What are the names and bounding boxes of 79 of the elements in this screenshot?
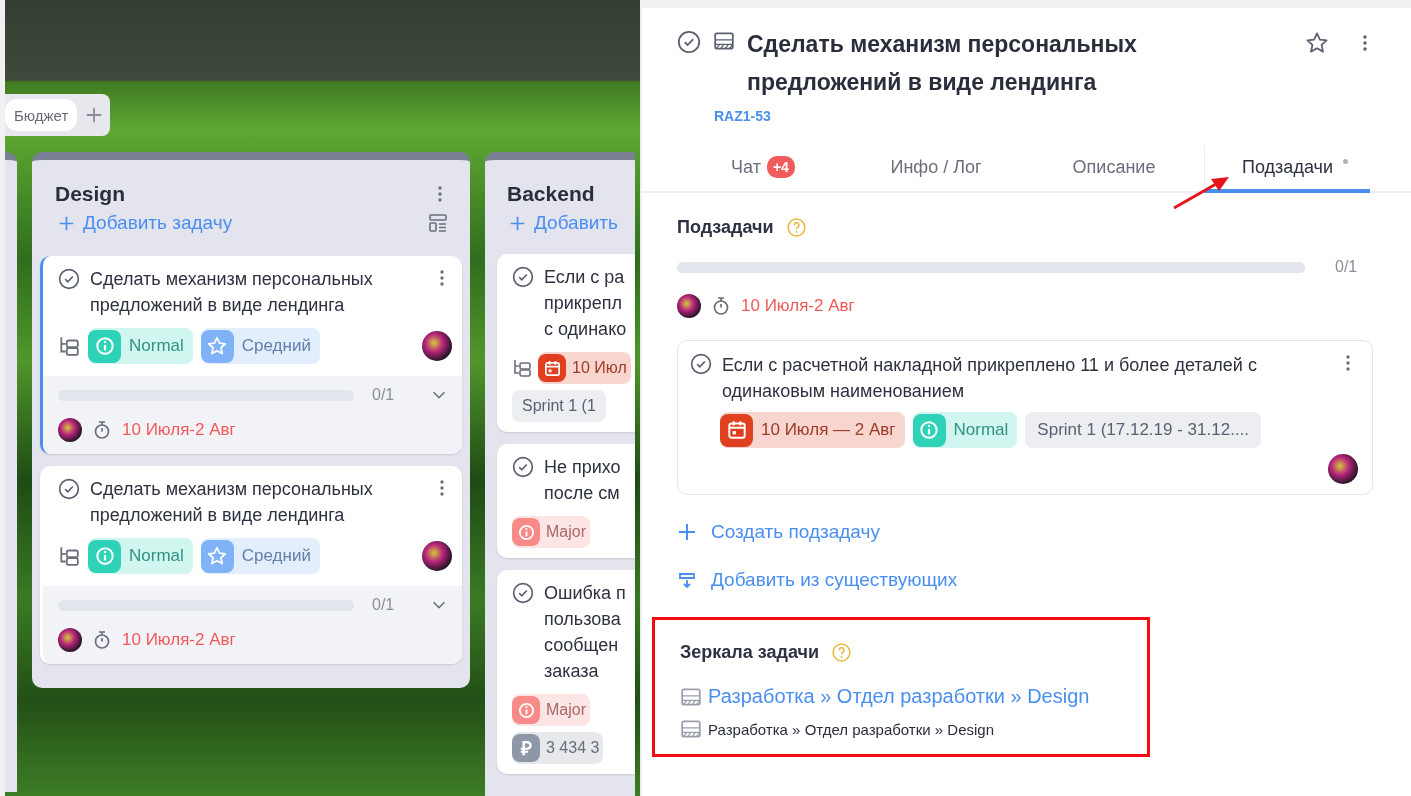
info-icon	[516, 700, 536, 720]
task-key[interactable]: RAZ1-53	[714, 108, 771, 124]
add-task-button[interactable]: Добавить	[509, 212, 618, 234]
timer-icon	[92, 630, 112, 650]
tab[interactable]: Описание	[1024, 145, 1204, 193]
count-badge: +4	[766, 156, 795, 178]
ruble-icon: ₽	[512, 734, 540, 762]
task-card[interactable]: Сделать механизм персональных предложений в виде лендинга Normal Средний 0/1 10 Июля-2 Авг	[40, 466, 462, 664]
check-circle-icon[interactable]	[58, 478, 80, 500]
column-title: Backend	[507, 182, 595, 206]
section-title: Зеркала задачи	[680, 642, 819, 663]
task-card[interactable]: Не прихо после см Major	[497, 444, 635, 558]
plus-icon	[58, 214, 75, 232]
tag-label: Sprint 1 (17.12.19 - 31.12....	[1037, 420, 1250, 440]
add-tab-icon[interactable]	[85, 106, 104, 124]
star-icon	[206, 335, 229, 357]
tag-label: Major	[546, 523, 586, 541]
info-icon	[93, 545, 116, 567]
import-icon	[677, 570, 697, 590]
check-circle-icon[interactable]	[512, 456, 534, 478]
check-circle-icon[interactable]	[58, 268, 80, 290]
timer-icon	[711, 296, 731, 316]
avatar	[58, 628, 82, 652]
check-circle-icon[interactable]	[512, 582, 534, 604]
tag-label: 3 434 3	[546, 739, 600, 757]
add-task-button[interactable]: Добавить задачу	[58, 212, 233, 234]
plus-icon	[509, 214, 526, 232]
info-icon	[918, 419, 941, 441]
subtask-card[interactable]: Если с расчетной накладной прикреплено 11 и более деталей с одинаковым наименованием 10 Июля — 2 Авг Normal Sprint 1 (17.12.19 - 31.12....	[677, 340, 1373, 495]
table-icon	[680, 685, 702, 708]
column-title: Design	[55, 182, 125, 206]
tag-label: Средний	[241, 546, 311, 566]
subtask-title: Если с расчетной накладной прикреплено 11 и более деталей с одинаковым наименованием	[722, 354, 1258, 403]
calendar-icon	[725, 419, 748, 441]
tag-label: 10 Июля — 2 Авг	[761, 420, 896, 440]
check-circle-icon[interactable]	[512, 266, 534, 288]
progress-count: 0/1	[372, 386, 396, 404]
add-existing-button[interactable]: Добавить из существующих	[677, 569, 958, 591]
table-icon	[713, 30, 735, 52]
timer-icon	[92, 420, 112, 440]
due-date: 10 Июля-2 Авг	[741, 296, 855, 316]
board-path: Разработка » Отдел разработки » Design	[680, 718, 1125, 740]
tab[interactable]: Инфо / Лог	[848, 145, 1024, 193]
avatar	[58, 418, 82, 442]
due-date: 10 Июля-2 Авг	[122, 630, 236, 650]
table-icon	[680, 718, 702, 740]
board-tab[interactable]: Бюджет	[5, 99, 78, 131]
tag-label: Normal	[129, 336, 184, 356]
create-subtask-button[interactable]: Создать подзадачу	[677, 521, 880, 543]
calendar-icon	[542, 358, 562, 378]
plus-icon	[677, 522, 697, 542]
board-path-link[interactable]: Разработка » Отдел разработки » Design	[680, 685, 1125, 708]
task-card[interactable]: Ошибка п пользова сообщен заказа Major ₽ 3 434 3	[497, 570, 635, 774]
tag-label: Средний	[241, 336, 311, 356]
tag-label: Normal	[129, 546, 184, 566]
card-title: Сделать механизм персональных предложений в виде лендинга	[90, 478, 374, 527]
progress-count: 0/1	[372, 596, 396, 614]
card-title: Не прихо после см	[544, 456, 622, 505]
star-icon	[206, 545, 229, 567]
card-title: Сделать механизм персональных предложений в виде лендинга	[90, 268, 374, 317]
check-circle-icon[interactable]	[690, 353, 712, 375]
check-circle-icon[interactable]	[677, 30, 701, 54]
section-title: Подзадачи	[677, 217, 774, 238]
tag-label: Normal	[953, 420, 1009, 440]
task-card[interactable]: Сделать механизм персональных предложений в виде лендинга Normal Средний 0/1 10 Июля-2 Авг	[40, 256, 462, 454]
card-title: Ошибка п пользова сообщен заказа	[544, 582, 627, 683]
info-icon	[516, 522, 536, 542]
star-icon[interactable]	[1305, 31, 1329, 55]
card-title: Если с ра прикрепл с одинако	[544, 266, 628, 341]
task-title: Сделать механизм персональных предложений в виде лендинга	[747, 30, 1138, 97]
tag-label: Major	[546, 701, 586, 719]
tag-label: Sprint 1 (1	[522, 397, 596, 415]
due-date: 10 Июля-2 Авг	[122, 420, 236, 440]
tab[interactable]: Чат +4	[678, 145, 848, 193]
tag-label: 10 Июл	[572, 359, 627, 377]
progress-count: 0/1	[1335, 258, 1359, 276]
layout-icon[interactable]	[428, 213, 448, 233]
task-card[interactable]: Если с ра прикрепл с одинако 10 Июл Sprint 1 (1	[497, 254, 635, 432]
info-icon	[93, 335, 116, 357]
